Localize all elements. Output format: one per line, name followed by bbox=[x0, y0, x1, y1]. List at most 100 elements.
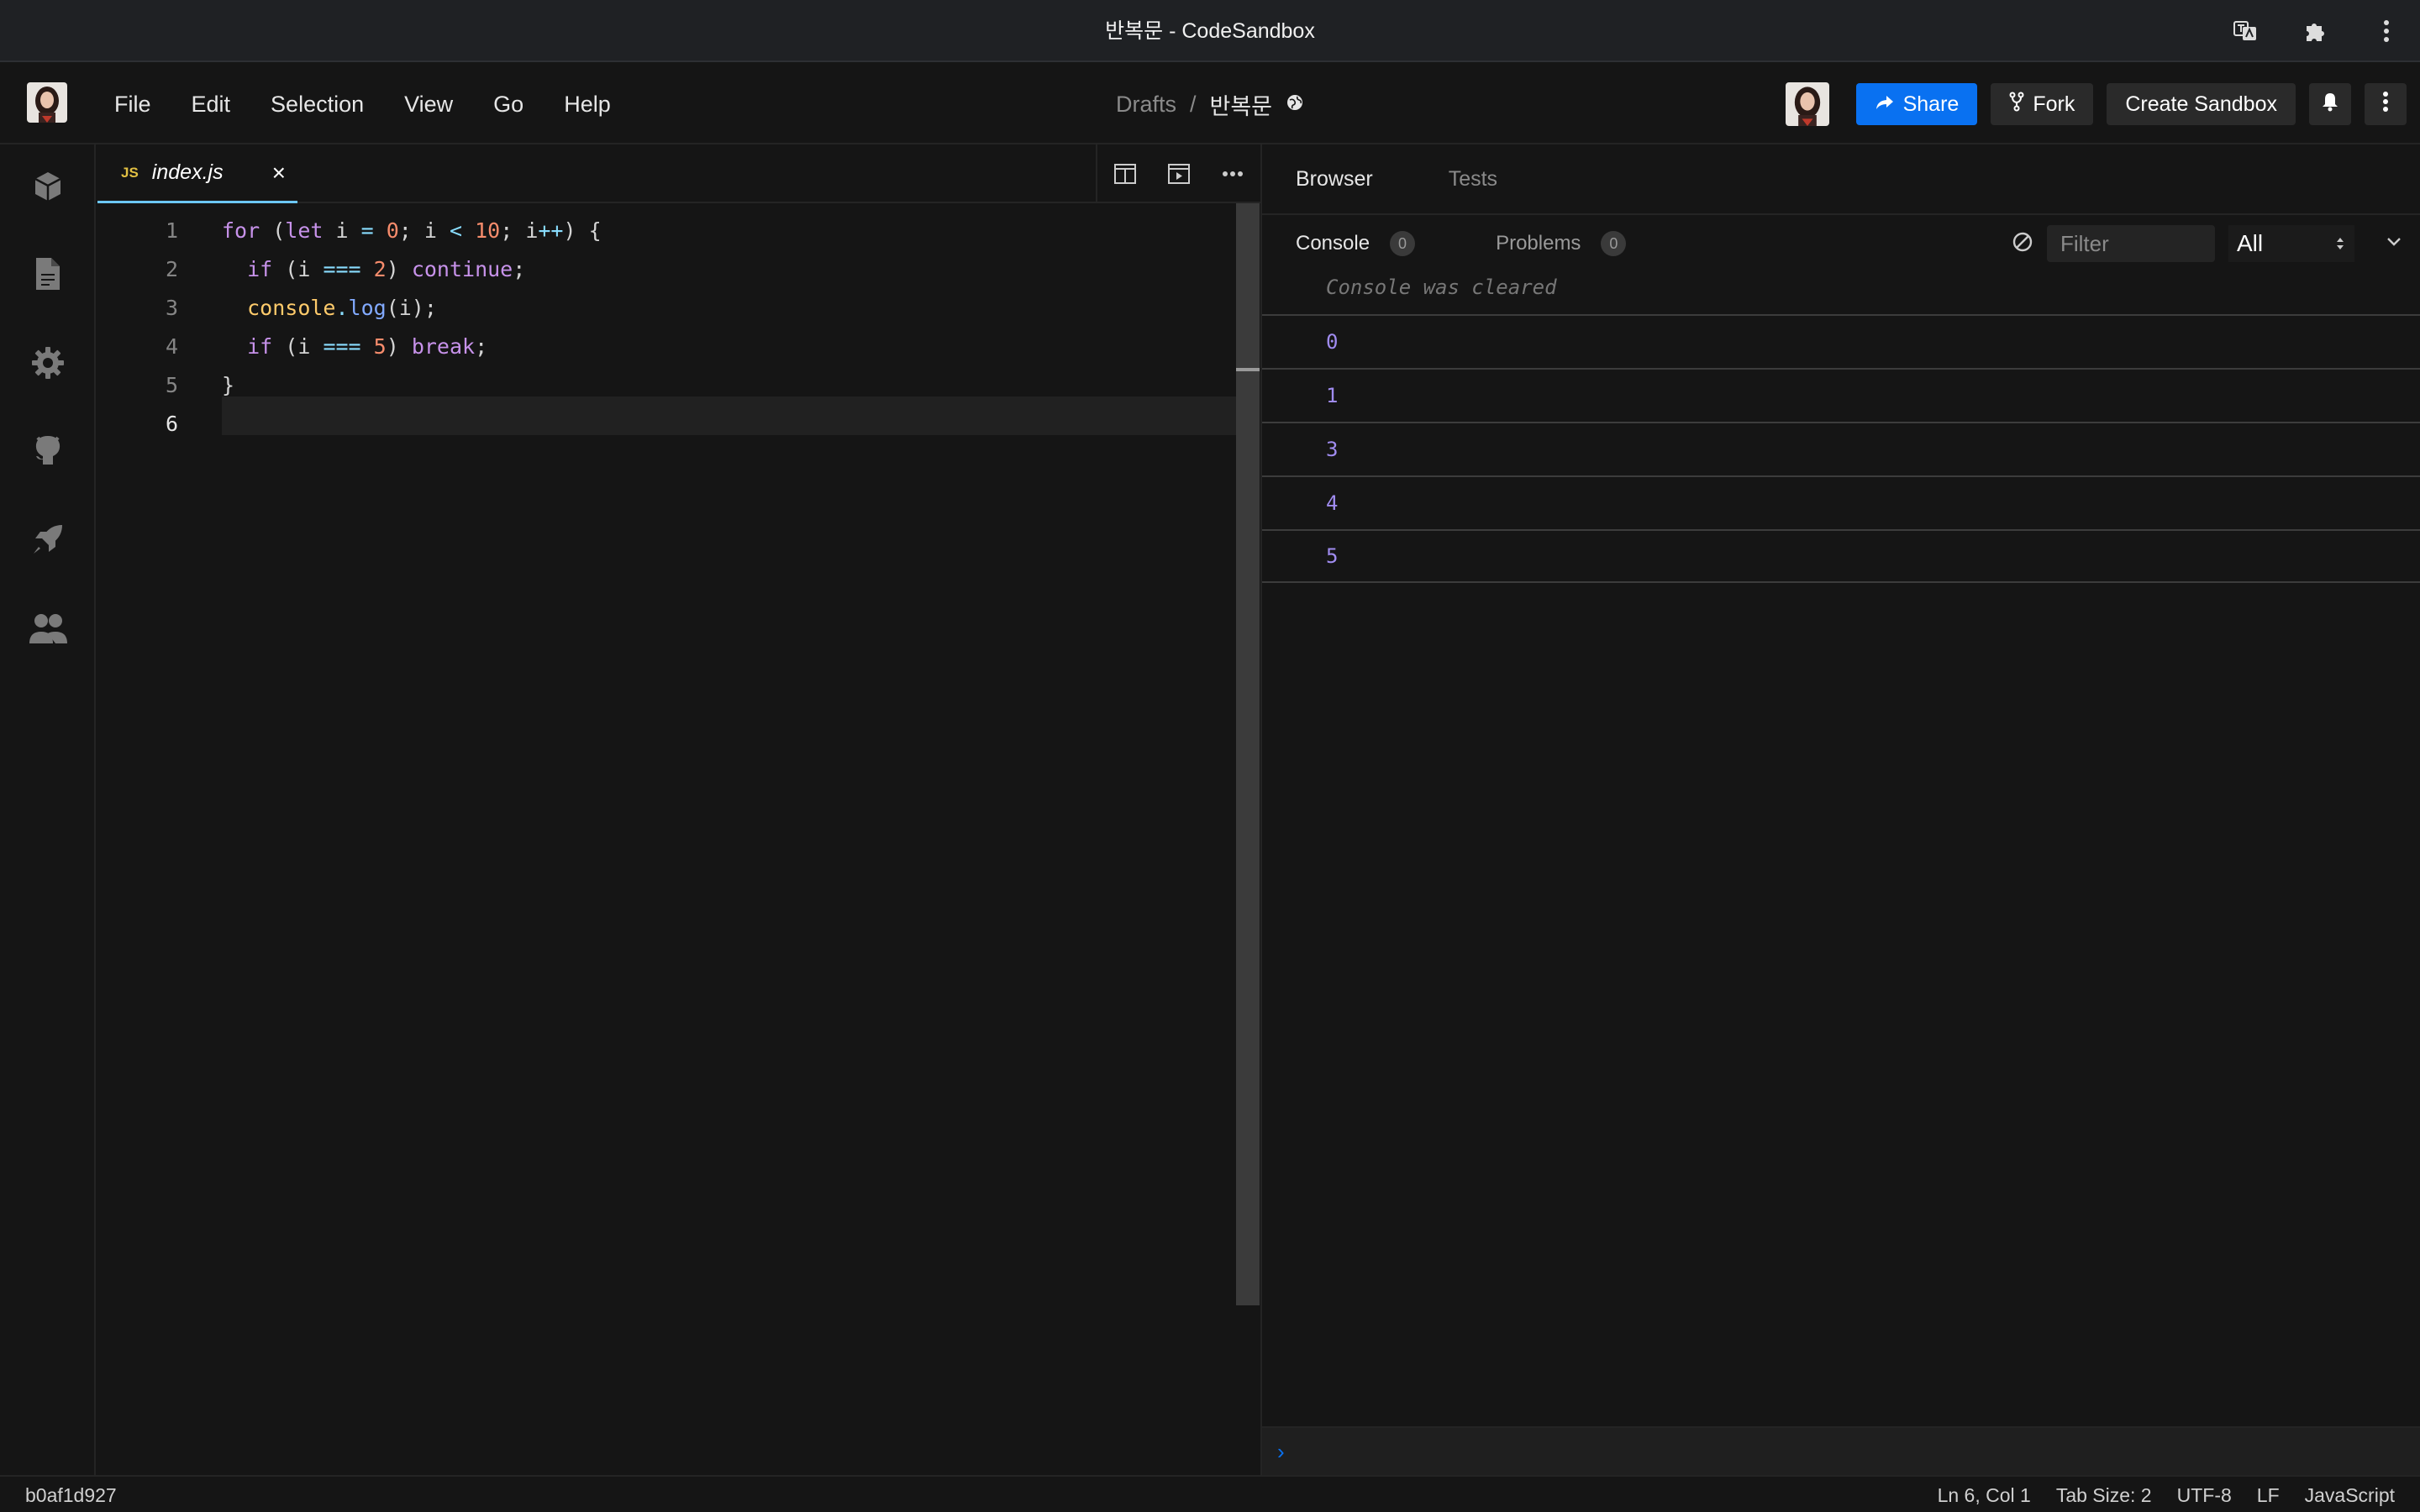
end-of-line[interactable]: LF bbox=[2257, 1484, 2280, 1507]
settings-gear-icon[interactable] bbox=[24, 339, 71, 386]
line-number: 5 bbox=[165, 373, 178, 397]
menu-view[interactable]: View bbox=[384, 64, 473, 144]
live-collaboration-icon[interactable] bbox=[24, 605, 71, 652]
language-mode[interactable]: JavaScript bbox=[2305, 1484, 2395, 1507]
code-line-text: if (i === 2) continue; bbox=[247, 257, 526, 281]
editor-scrollbar[interactable] bbox=[1236, 203, 1260, 1305]
bell-icon bbox=[2321, 92, 2339, 118]
line-number: 3 bbox=[165, 296, 178, 320]
editor-tab-index-js[interactable]: JS index.js × bbox=[97, 144, 297, 203]
close-tab-icon[interactable]: × bbox=[272, 160, 286, 186]
more-horizontal-icon[interactable] bbox=[1215, 156, 1250, 192]
tab-filename: index.js bbox=[151, 160, 224, 184]
main-menu: File Edit Selection View Go Help bbox=[94, 64, 631, 144]
fork-button[interactable]: Fork bbox=[1991, 83, 2094, 125]
commit-hash: b0af1d927 bbox=[25, 1484, 117, 1506]
puzzle-icon[interactable] bbox=[2299, 14, 2333, 48]
collapse-console-icon[interactable] bbox=[2386, 236, 2402, 251]
status-items: Ln 6, Col 1 Tab Size: 2 UTF-8 LF JavaScr… bbox=[1938, 1477, 2395, 1512]
breadcrumb-folder[interactable]: Drafts bbox=[1116, 92, 1176, 118]
code-line-text: console.log(i); bbox=[247, 296, 437, 320]
javascript-file-icon: JS bbox=[121, 164, 139, 181]
line-number: 4 bbox=[165, 334, 178, 359]
line-number-current: 6 bbox=[165, 412, 178, 436]
scrollbar-cursor-marker bbox=[1236, 368, 1260, 371]
select-arrows-icon bbox=[2336, 230, 2344, 257]
sandbox-name[interactable]: 반복문 bbox=[1210, 88, 1273, 121]
fork-icon bbox=[2009, 92, 2024, 118]
code-area[interactable]: 1 for (let i = 0; i < 10; i++) { 2 if (i… bbox=[97, 203, 1260, 1475]
code-line-text: if (i === 5) break; bbox=[247, 334, 488, 359]
more-vertical-icon bbox=[2382, 91, 2389, 118]
console-toolbar: Console 0 Problems 0 All bbox=[1262, 217, 2420, 270]
sandbox-info-icon[interactable] bbox=[24, 163, 71, 210]
code-line: 2 if (i === 2) continue; bbox=[97, 250, 1236, 289]
problems-tab-label: Problems bbox=[1496, 232, 1581, 255]
menu-go[interactable]: Go bbox=[473, 64, 544, 144]
console-input[interactable]: › bbox=[1262, 1426, 2420, 1475]
fork-label: Fork bbox=[2033, 92, 2075, 116]
console-log-entry: 4 bbox=[1262, 475, 2420, 529]
menu-file[interactable]: File bbox=[94, 64, 171, 144]
menu-selection[interactable]: Selection bbox=[250, 64, 384, 144]
code-line: 4 if (i === 5) break; bbox=[97, 328, 1236, 366]
translate-icon[interactable] bbox=[2228, 14, 2262, 48]
share-label: Share bbox=[1902, 92, 1960, 116]
github-icon[interactable] bbox=[24, 427, 71, 474]
console-log-entry: 3 bbox=[1262, 422, 2420, 475]
log-level-value: All bbox=[2237, 230, 2264, 256]
file-encoding[interactable]: UTF-8 bbox=[2177, 1484, 2232, 1507]
code-line: 1 for (let i = 0; i < 10; i++) { bbox=[97, 212, 1236, 250]
preview-tabs: Browser Tests bbox=[1262, 144, 2420, 215]
tab-size[interactable]: Tab Size: 2 bbox=[2056, 1484, 2152, 1507]
code-line-text: } bbox=[222, 373, 235, 397]
more-options-button[interactable] bbox=[2365, 83, 2407, 125]
notifications-button[interactable] bbox=[2309, 83, 2351, 125]
split-editor-icon[interactable] bbox=[1107, 156, 1143, 192]
cursor-position[interactable]: Ln 6, Col 1 bbox=[1938, 1484, 2031, 1507]
menu-help[interactable]: Help bbox=[544, 64, 631, 144]
editor-tab-bar: JS index.js × bbox=[97, 144, 1260, 203]
share-arrow-icon bbox=[1875, 92, 1895, 117]
user-avatar[interactable] bbox=[1785, 82, 1829, 126]
activity-bar bbox=[0, 144, 96, 1475]
console-prompt-chevron-icon: › bbox=[1277, 1438, 1285, 1464]
console-filter-input[interactable] bbox=[2047, 225, 2215, 262]
globe-icon[interactable] bbox=[1286, 92, 1304, 118]
line-number: 2 bbox=[165, 257, 178, 281]
code-editor: JS index.js × 1 for (let i = 0; i < 10; … bbox=[97, 144, 1260, 1475]
clear-console-icon[interactable] bbox=[2012, 231, 2033, 257]
deployment-rocket-icon[interactable] bbox=[24, 516, 71, 563]
code-line: 6 bbox=[97, 405, 1236, 444]
open-preview-icon[interactable] bbox=[1161, 156, 1197, 192]
console-tools: All bbox=[2012, 223, 2402, 264]
code-line-text: for (let i = 0; i < 10; i++) { bbox=[222, 218, 602, 243]
browser-extension-icons bbox=[2228, 0, 2403, 62]
menu-edit[interactable]: Edit bbox=[171, 64, 251, 144]
editor-actions bbox=[1096, 144, 1260, 203]
file-explorer-icon[interactable] bbox=[24, 250, 71, 297]
log-level-select[interactable]: All bbox=[2228, 225, 2354, 262]
console-log-entry: 0 bbox=[1262, 314, 2420, 368]
problems-count-badge: 0 bbox=[1601, 231, 1627, 256]
dashboard-avatar-icon[interactable] bbox=[27, 82, 67, 123]
console-cleared-message: Console was cleared bbox=[1326, 276, 1557, 299]
share-button[interactable]: Share bbox=[1855, 83, 1978, 125]
window-title: 반복문 - CodeSandbox bbox=[1105, 19, 1315, 43]
code-line: 5 } bbox=[97, 366, 1236, 405]
create-sandbox-button[interactable]: Create Sandbox bbox=[2107, 83, 2296, 125]
more-vertical-icon[interactable] bbox=[2370, 14, 2403, 48]
console-count-badge: 0 bbox=[1390, 231, 1416, 256]
breadcrumb-separator: / bbox=[1189, 91, 1197, 117]
tab-tests[interactable]: Tests bbox=[1449, 167, 1497, 192]
window-titlebar: 반복문 - CodeSandbox bbox=[0, 0, 2420, 62]
tab-browser[interactable]: Browser bbox=[1296, 167, 1373, 192]
status-bar: b0af1d927 Ln 6, Col 1 Tab Size: 2 UTF-8 … bbox=[0, 1475, 2420, 1512]
tab-problems[interactable]: Problems 0 bbox=[1496, 231, 1627, 256]
line-number: 1 bbox=[165, 218, 178, 243]
console-tab-label: Console bbox=[1296, 232, 1370, 255]
preview-panel: Browser Tests Console 0 Problems 0 All bbox=[1260, 144, 2420, 1475]
console-log-list: 0 1 3 4 5 bbox=[1262, 314, 2420, 583]
tab-console[interactable]: Console 0 bbox=[1296, 231, 1416, 256]
console-log-entry: 1 bbox=[1262, 368, 2420, 422]
